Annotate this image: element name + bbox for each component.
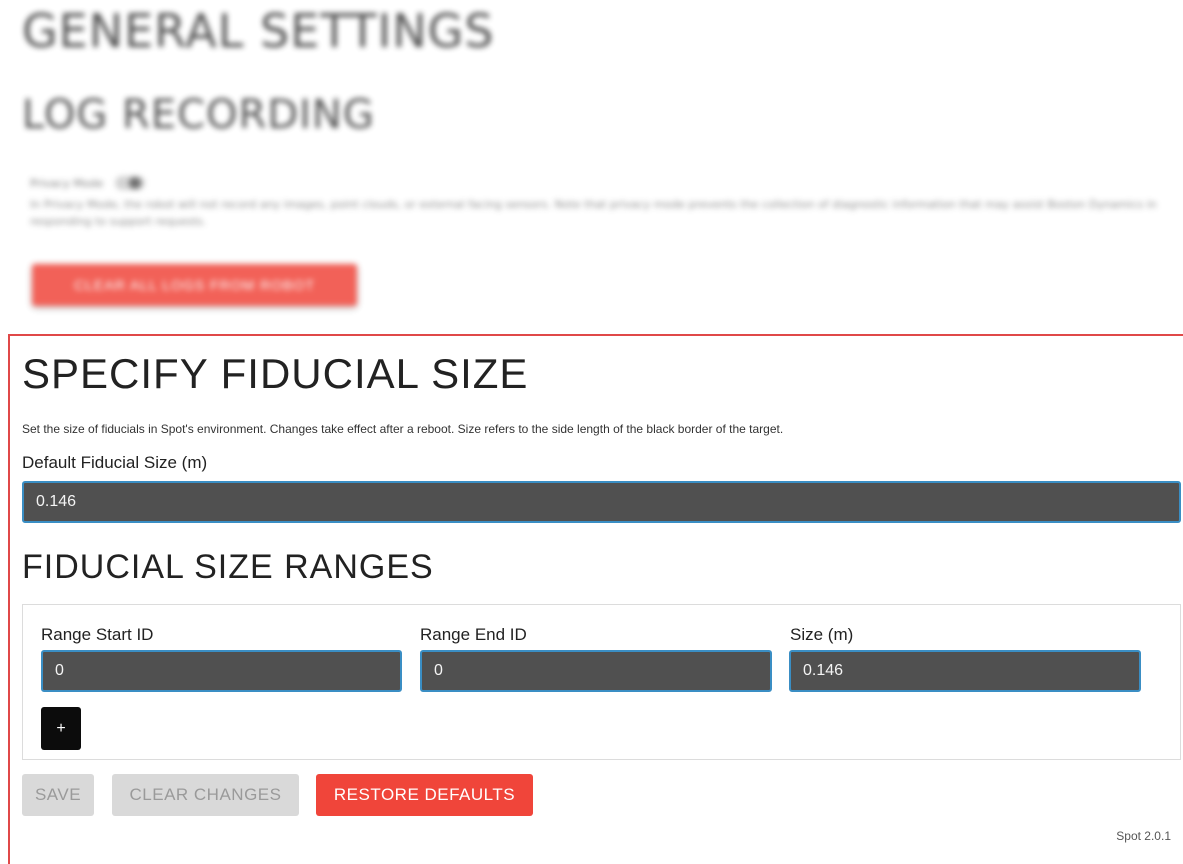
range-start-input[interactable]: [41, 650, 402, 692]
clear-logs-button[interactable]: CLEAR ALL LOGS FROM ROBOT: [32, 264, 357, 306]
clear-changes-button[interactable]: CLEAR CHANGES: [112, 774, 299, 816]
log-recording-title: LOG RECORDING: [22, 92, 375, 138]
fiducial-size-title: SPECIFY FIDUCIAL SIZE: [22, 350, 529, 397]
privacy-mode-row: Privacy Mode: [30, 176, 146, 190]
version-label: Spot 2.0.1: [1116, 829, 1171, 843]
privacy-mode-description: In Privacy Mode, the robot will not reco…: [30, 198, 1157, 228]
add-range-button[interactable]: +: [41, 707, 81, 750]
range-end-input[interactable]: [420, 650, 772, 692]
default-fiducial-size-input[interactable]: [22, 481, 1181, 523]
range-end-label: Range End ID: [420, 625, 527, 644]
range-size-label: Size (m): [790, 625, 854, 644]
restore-defaults-button[interactable]: RESTORE DEFAULTS: [316, 774, 533, 816]
privacy-mode-label: Privacy Mode: [30, 176, 104, 190]
range-size-input[interactable]: [789, 650, 1141, 692]
range-start-label: Range Start ID: [41, 625, 154, 644]
privacy-mode-toggle[interactable]: [115, 176, 146, 190]
default-fiducial-size-label: Default Fiducial Size (m): [22, 453, 208, 472]
save-button[interactable]: SAVE: [22, 774, 94, 816]
general-settings-title: GENERAL SETTINGS: [22, 4, 495, 58]
fiducial-description: Set the size of fiducials in Spot's envi…: [22, 422, 784, 436]
fiducial-ranges-title: FIDUCIAL SIZE RANGES: [22, 548, 434, 586]
